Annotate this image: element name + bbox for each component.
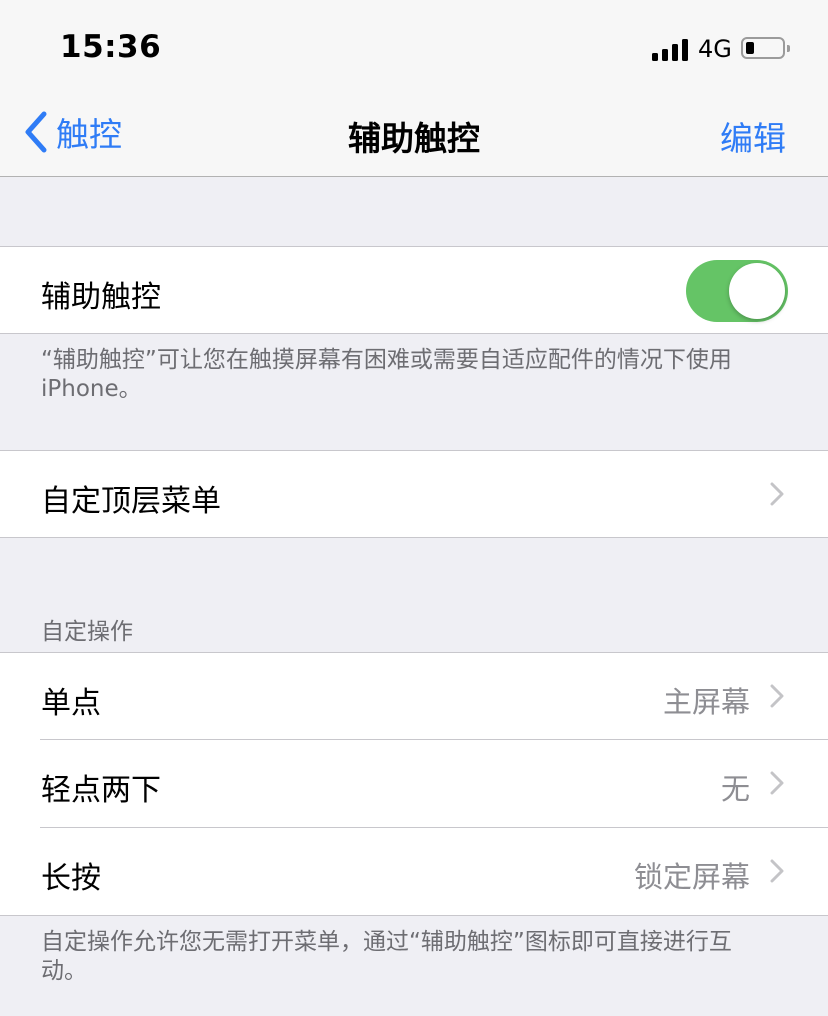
cellular-signal-icon [652,39,690,61]
page-title: 辅助触控 [348,119,480,158]
toggle-knob [729,263,785,319]
custom-actions-header: 自定操作 [41,619,133,645]
long-press-row[interactable]: 长按 锁定屏幕 [0,828,828,915]
chevron-right-icon [770,771,784,795]
status-time: 15:36 [60,29,162,65]
double-tap-value: 无 [720,772,750,806]
assistive-touch-row: 辅助触控 [0,247,828,333]
long-press-label: 长按 [41,861,101,896]
assistive-touch-group: 辅助触控 [0,246,828,334]
single-tap-label: 单点 [41,686,101,721]
network-type: 4G [698,35,732,63]
double-tap-label: 轻点两下 [41,773,161,808]
customize-top-level-menu-row[interactable]: 自定顶层菜单 [0,451,828,537]
custom-actions-group: 单点 主屏幕 轻点两下 无 长按 锁定屏幕 [0,652,828,916]
chevron-right-icon [770,482,784,506]
custom-actions-footnote: 自定操作允许您无需打开菜单，通过“辅助触控”图标即可直接进行互动。 [41,929,732,984]
assistive-touch-label: 辅助触控 [41,280,161,315]
long-press-value: 锁定屏幕 [633,860,750,894]
single-tap-row[interactable]: 单点 主屏幕 [0,653,828,740]
chevron-right-icon [770,684,784,708]
assistive-touch-footnote: “辅助触控”可让您在触摸屏幕有困难或需要自适应配件的情况下使用 iPhone。 [41,347,732,402]
status-bar: 15:36 4G [0,0,828,96]
single-tap-value: 主屏幕 [662,685,750,719]
battery-icon [741,37,790,59]
assistive-touch-toggle[interactable] [686,260,788,322]
edit-button[interactable]: 编辑 [720,112,786,160]
customize-menu-label: 自定顶层菜单 [41,484,221,519]
menu-group: 自定顶层菜单 [0,450,828,538]
double-tap-row[interactable]: 轻点两下 无 [0,740,828,828]
chevron-right-icon [770,859,784,883]
navigation-bar: 触控 辅助触控 编辑 [0,96,828,177]
